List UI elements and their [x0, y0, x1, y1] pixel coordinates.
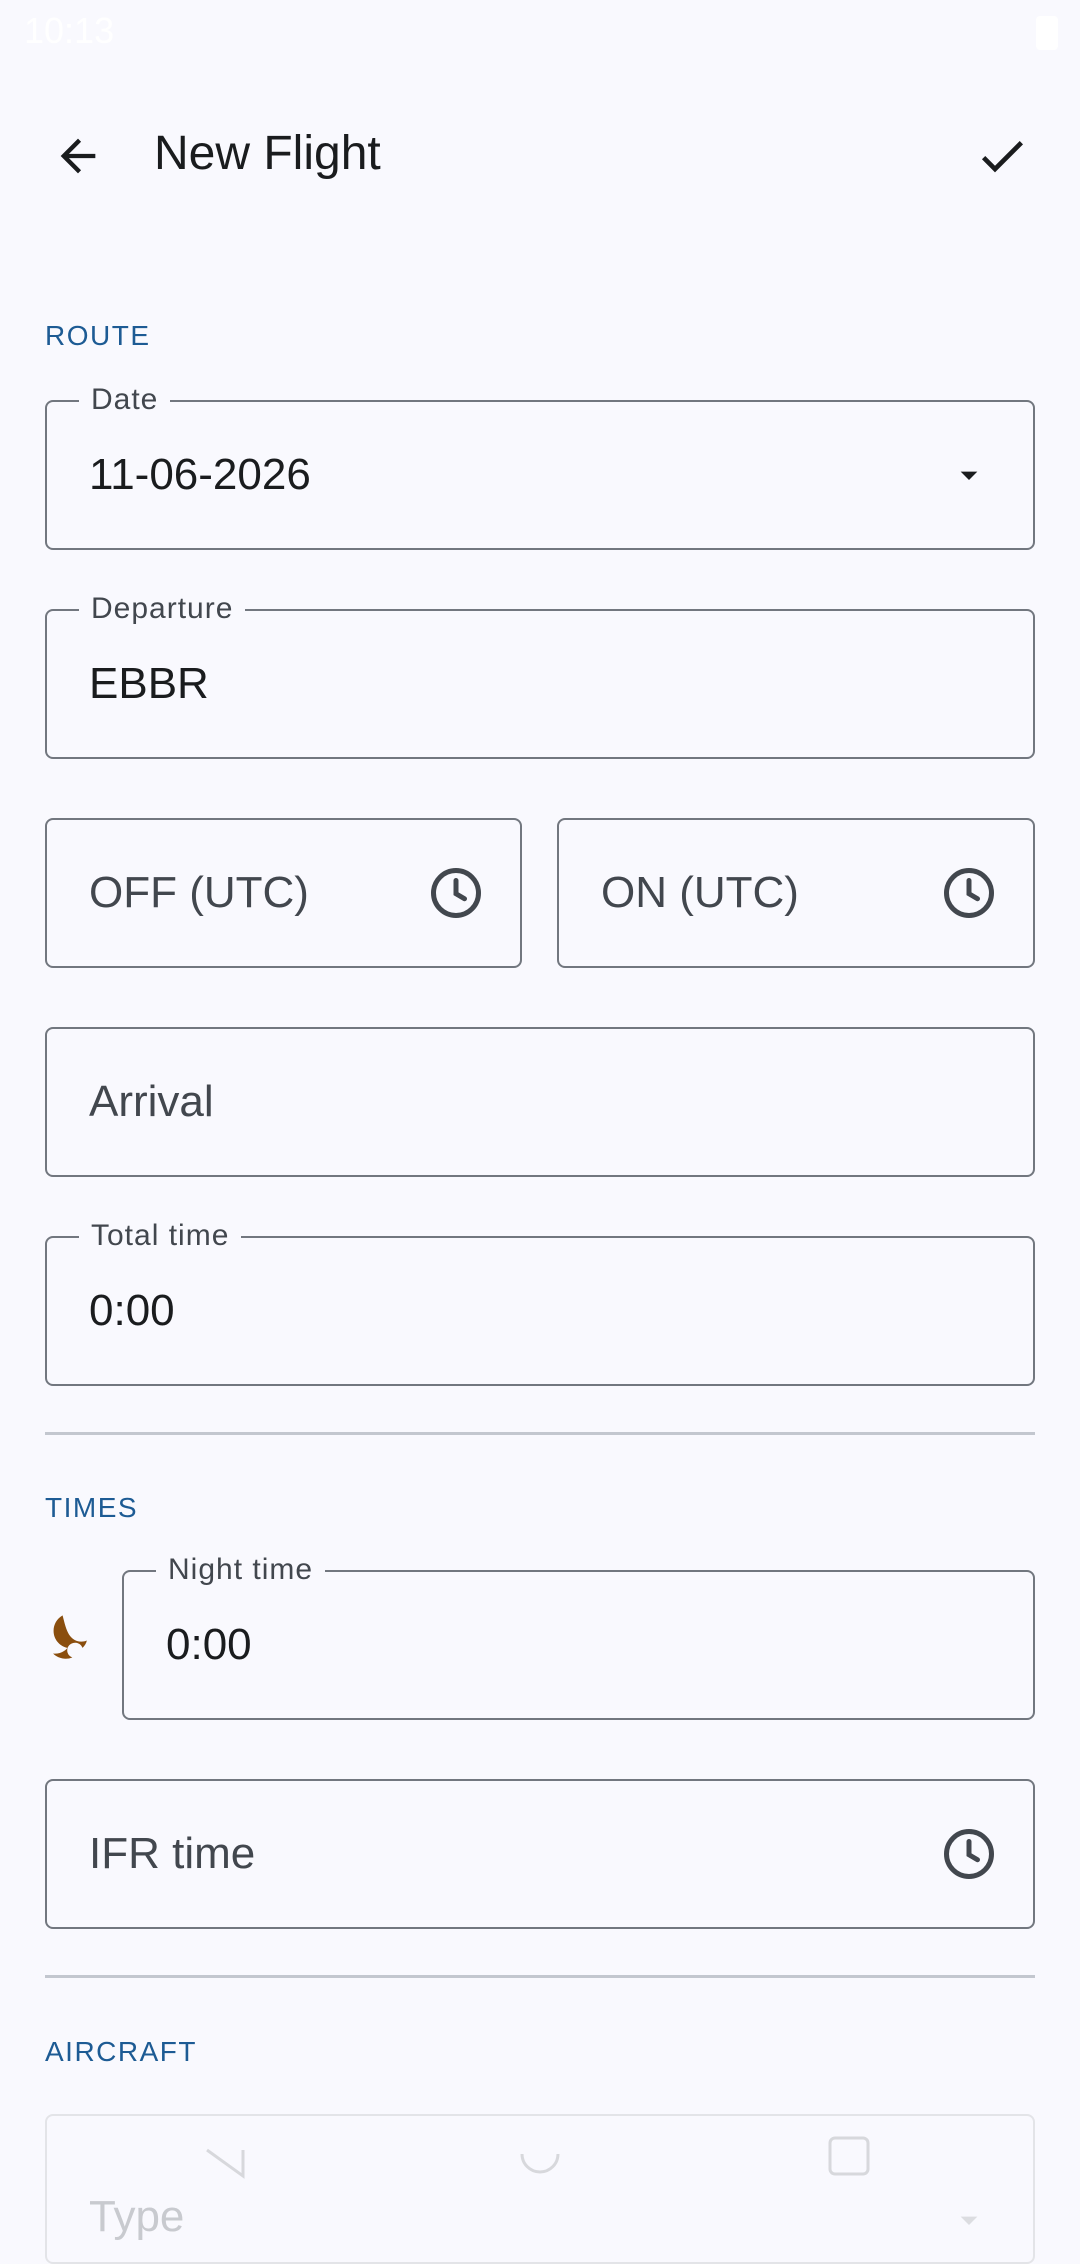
- app-bar: New Flight: [0, 88, 1080, 218]
- date-value: 11-06-2026: [89, 450, 311, 499]
- night-time-label: Night time: [156, 1552, 326, 1588]
- page-title: New Flight: [154, 127, 381, 180]
- section-header-route: ROUTE: [45, 320, 151, 351]
- total-time-value: 0:00: [89, 1286, 175, 1335]
- total-time-field[interactable]: Total time 0:00: [45, 1218, 1035, 1386]
- divider: [45, 1975, 1035, 1978]
- ifr-time-picker-button[interactable]: [939, 1824, 999, 1884]
- departure-value: EBBR: [89, 659, 209, 708]
- aircraft-type-placeholder: Type: [89, 2192, 185, 2241]
- check-icon: [981, 141, 1023, 173]
- nav-back-icon[interactable]: [205, 2146, 247, 2182]
- clock-icon: [431, 868, 481, 918]
- total-time-label: Total time: [79, 1218, 242, 1254]
- clock-icon: [944, 868, 994, 918]
- date-field[interactable]: Date 11-06-2026: [45, 382, 1035, 550]
- dropdown-arrow-icon: [960, 2216, 978, 2225]
- clock-icon: [944, 1829, 994, 1879]
- arrow-back-icon: [60, 138, 96, 174]
- aircraft-type-field[interactable]: Type: [45, 2114, 1035, 2264]
- on-time-placeholder: ON (UTC): [601, 868, 799, 917]
- night-time-field[interactable]: Night time 0:00: [122, 1552, 1035, 1720]
- date-dropdown-button[interactable]: [939, 445, 999, 505]
- nav-home-icon[interactable]: [518, 2140, 562, 2184]
- status-bar: 10:13: [0, 0, 1080, 64]
- status-time: 10:13: [24, 10, 115, 51]
- section-header-aircraft: AIRCRAFT: [45, 2036, 197, 2067]
- departure-label: Departure: [79, 591, 246, 627]
- on-time-picker-button[interactable]: [939, 863, 999, 923]
- off-time-picker-button[interactable]: [426, 863, 486, 923]
- nav-recents-icon[interactable]: [828, 2136, 872, 2180]
- ifr-time-field[interactable]: IFR time: [45, 1779, 1035, 1929]
- aircraft-type-dropdown-button[interactable]: [939, 2190, 999, 2250]
- on-time-field[interactable]: ON (UTC): [557, 818, 1035, 968]
- off-time-placeholder: OFF (UTC): [89, 868, 309, 917]
- section-header-times: TIMES: [45, 1492, 139, 1523]
- arrival-field[interactable]: Arrival: [45, 1027, 1035, 1177]
- ifr-time-placeholder: IFR time: [89, 1829, 256, 1878]
- battery-icon: [1036, 16, 1058, 50]
- departure-field[interactable]: Departure EBBR: [45, 591, 1035, 759]
- off-time-field[interactable]: OFF (UTC): [45, 818, 522, 968]
- arrival-placeholder: Arrival: [89, 1077, 214, 1126]
- date-label: Date: [79, 382, 171, 418]
- night-time-value: 0:00: [166, 1620, 252, 1669]
- back-button[interactable]: [38, 116, 118, 196]
- save-button[interactable]: [962, 116, 1042, 196]
- moon-icon: [53, 1615, 87, 1659]
- divider: [45, 1432, 1035, 1435]
- dropdown-arrow-icon: [960, 471, 978, 480]
